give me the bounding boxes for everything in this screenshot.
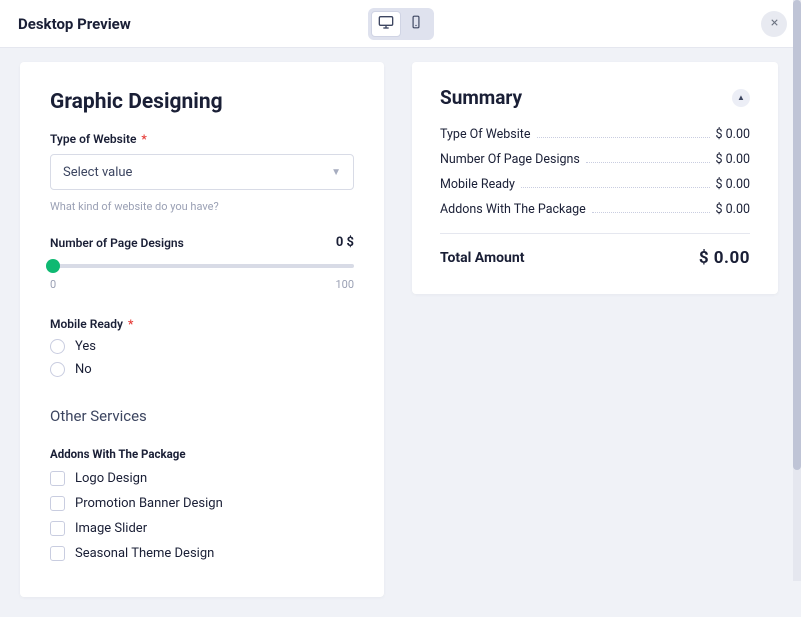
close-button[interactable] [761,11,787,37]
summary-row-label: Mobile Ready [440,177,515,192]
summary-row-type: Type Of Website $ 0.00 [440,127,750,142]
dots-divider [586,162,710,163]
checkbox-icon [50,521,65,536]
checkbox-label: Image Slider [75,521,147,536]
summary-row-value: $ 0.00 [716,127,751,142]
checkbox-icon [50,546,65,561]
collapse-button[interactable]: ▲ [732,89,750,107]
addon-logo-design[interactable]: Logo Design [50,471,354,486]
mobile-ready-label: Mobile Ready * [50,317,354,331]
page-title: Desktop Preview [0,15,131,33]
chevron-up-icon: ▲ [737,93,745,102]
checkbox-icon [50,471,65,486]
total-label: Total Amount [440,250,524,266]
slider-max: 100 [335,278,354,291]
checkbox-icon [50,496,65,511]
page-designs-slider[interactable] [50,264,354,268]
radio-icon [50,362,65,377]
total-value: $ 0.00 [699,248,750,268]
radio-label: No [75,362,92,377]
device-toggle [368,8,434,40]
page-designs-label: Number of Page Designs [50,236,184,250]
vertical-scrollbar[interactable] [793,0,801,581]
content-area: Graphic Designing Type of Website * Sele… [0,48,801,617]
radio-label: Yes [75,339,96,354]
other-services-heading: Other Services [50,407,354,425]
form-title: Graphic Designing [50,90,354,114]
summary-row-mobile: Mobile Ready $ 0.00 [440,177,750,192]
dots-divider [537,137,710,138]
slider-min: 0 [50,278,56,291]
summary-row-label: Number Of Page Designs [440,152,580,167]
required-mark: * [125,317,133,331]
summary-card: Summary ▲ Type Of Website $ 0.00 Number … [412,62,778,294]
summary-row-label: Addons With The Package [440,202,586,217]
radio-icon [50,339,65,354]
scrollbar-thumb[interactable] [793,0,801,470]
summary-row-value: $ 0.00 [716,202,751,217]
addon-seasonal-theme[interactable]: Seasonal Theme Design [50,546,354,561]
addon-image-slider[interactable]: Image Slider [50,521,354,536]
page-designs-section: Number of Page Designs 0 $ 0 100 [50,235,354,291]
checkbox-label: Promotion Banner Design [75,496,223,511]
mobile-ready-no[interactable]: No [50,362,354,377]
phone-icon [409,14,423,33]
dots-divider [521,187,710,188]
summary-row-pages: Number Of Page Designs $ 0.00 [440,152,750,167]
summary-row-label: Type Of Website [440,127,531,142]
close-icon [769,16,780,32]
summary-title: Summary [440,86,522,109]
type-of-website-select[interactable]: Select value ▼ [50,154,354,190]
summary-row-addons: Addons With The Package $ 0.00 [440,202,750,217]
checkbox-label: Logo Design [75,471,147,486]
select-placeholder: Select value [63,165,132,180]
mobile-ready-section: Mobile Ready * Yes No [50,317,354,377]
type-of-website-label: Type of Website * [50,132,354,146]
desktop-toggle[interactable] [371,11,401,37]
mobile-ready-yes[interactable]: Yes [50,339,354,354]
chevron-down-icon: ▼ [331,167,341,178]
required-mark: * [138,132,146,146]
summary-row-value: $ 0.00 [716,177,751,192]
header-bar: Desktop Preview [0,0,801,48]
addons-label: Addons With The Package [50,447,354,461]
mobile-toggle[interactable] [401,11,431,37]
dots-divider [592,212,710,213]
page-designs-value: 0 $ [336,235,354,250]
addon-promotion-banner[interactable]: Promotion Banner Design [50,496,354,511]
summary-divider [440,233,750,234]
label-text: Mobile Ready [50,317,123,331]
checkbox-label: Seasonal Theme Design [75,546,214,561]
type-of-website-helper: What kind of website do you have? [50,200,354,213]
summary-row-value: $ 0.00 [716,152,751,167]
form-card: Graphic Designing Type of Website * Sele… [20,62,384,597]
total-row: Total Amount $ 0.00 [440,248,750,268]
label-text: Type of Website [50,132,136,146]
monitor-icon [378,14,394,34]
slider-thumb[interactable] [46,259,60,273]
